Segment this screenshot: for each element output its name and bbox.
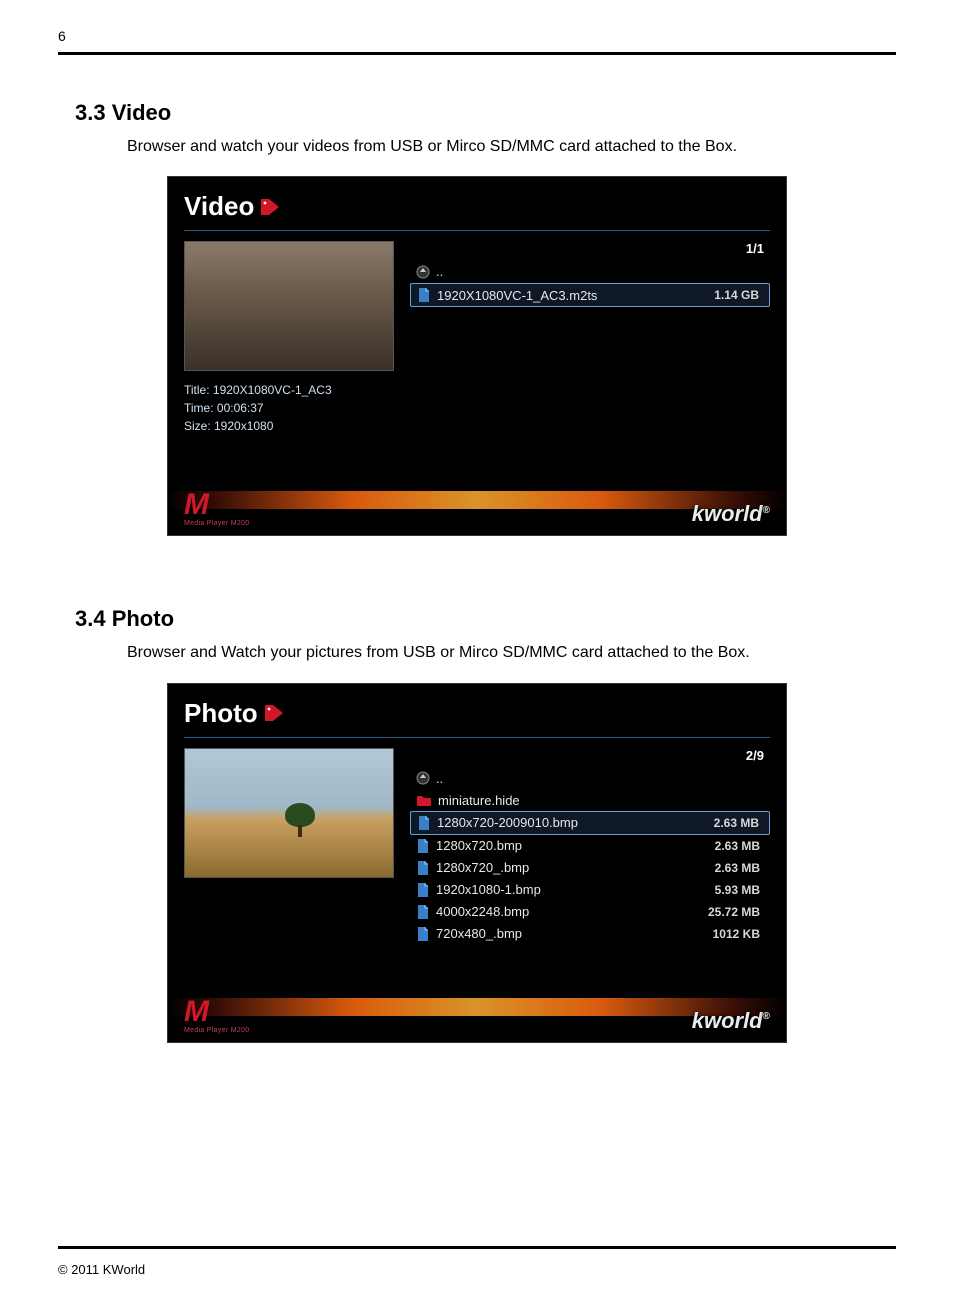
m-logo-sub: Media Player M200 <box>184 520 249 527</box>
file-name: 1280x720-2009010.bmp <box>437 815 578 830</box>
page-number: 6 <box>58 28 66 44</box>
video-preview-meta: Title: 1920X1080VC-1_AC3 Time: 00:06:37 … <box>184 381 394 435</box>
file-name: 1280x720_.bmp <box>436 860 529 875</box>
file-icon <box>416 904 430 920</box>
up-icon <box>416 265 430 279</box>
header-rule <box>58 52 896 55</box>
file-name: 720x480_.bmp <box>436 926 522 941</box>
video-meta-title: Title: 1920X1080VC-1_AC3 <box>184 381 394 399</box>
file-icon <box>416 882 430 898</box>
section-heading-video: 3.3 Video <box>75 100 879 126</box>
video-up-row[interactable]: .. <box>410 262 770 281</box>
copyright: © 2011 KWorld <box>58 1262 145 1277</box>
file-size: 2.63 MB <box>714 816 759 830</box>
video-preview-pane: Title: 1920X1080VC-1_AC3 Time: 00:06:37 … <box>184 241 394 435</box>
folder-icon <box>416 793 432 807</box>
photo-screen-title: Photo <box>184 698 258 729</box>
photo-preview-pane <box>184 748 394 945</box>
up-icon <box>416 771 430 785</box>
file-size: 2.63 MB <box>715 839 760 853</box>
photo-up-row[interactable]: .. <box>410 769 770 788</box>
file-icon <box>417 287 431 303</box>
file-size: 2.63 MB <box>715 861 760 875</box>
photo-folder-row[interactable]: miniature.hide <box>410 790 770 811</box>
video-divider <box>184 230 770 231</box>
video-list-pane: 1/1 .. 1920X1080VC-1_AC3.m2ts 1.14 GB <box>410 241 770 435</box>
video-up-label: .. <box>436 264 443 279</box>
file-name: 1920X1080VC-1_AC3.m2ts <box>437 288 597 303</box>
file-size: 1.14 GB <box>714 288 759 302</box>
video-screenshot: Video Title: 1920X1080VC-1_AC3 Time: 00:… <box>167 176 787 536</box>
video-meta-size: Size: 1920x1080 <box>184 417 394 435</box>
flame-bar <box>168 491 786 509</box>
file-row[interactable]: 4000x2248.bmp 25.72 MB <box>410 901 770 923</box>
m-logo-sub: Media Player M200 <box>184 1027 249 1034</box>
file-icon <box>416 860 430 876</box>
video-screen-title: Video <box>184 191 254 222</box>
photo-folder-name: miniature.hide <box>438 793 520 808</box>
video-preview-thumbnail <box>184 241 394 371</box>
tag-icon <box>264 704 284 722</box>
file-icon <box>416 926 430 942</box>
file-row[interactable]: 1920x1080-1.bmp 5.93 MB <box>410 879 770 901</box>
file-row[interactable]: 1280x720_.bmp 2.63 MB <box>410 857 770 879</box>
file-name: 4000x2248.bmp <box>436 904 529 919</box>
file-row[interactable]: 1280x720-2009010.bmp 2.63 MB <box>410 811 770 835</box>
file-size: 5.93 MB <box>715 883 760 897</box>
photo-screenshot: Photo 2/9 .. <box>167 683 787 1043</box>
tag-icon <box>260 198 280 216</box>
file-size: 25.72 MB <box>708 905 760 919</box>
file-icon <box>417 815 431 831</box>
photo-page-counter: 2/9 <box>410 748 770 763</box>
footer-rule <box>58 1246 896 1249</box>
file-icon <box>416 838 430 854</box>
file-row[interactable]: 720x480_.bmp 1012 KB <box>410 923 770 945</box>
photo-preview-thumbnail <box>184 748 394 878</box>
video-page-counter: 1/1 <box>410 241 770 256</box>
file-size: 1012 KB <box>713 927 760 941</box>
photo-up-label: .. <box>436 771 443 786</box>
file-name: 1280x720.bmp <box>436 838 522 853</box>
flame-bar <box>168 998 786 1016</box>
section-body-video: Browser and watch your videos from USB o… <box>127 136 879 158</box>
file-row[interactable]: 1920X1080VC-1_AC3.m2ts 1.14 GB <box>410 283 770 307</box>
file-row[interactable]: 1280x720.bmp 2.63 MB <box>410 835 770 857</box>
photo-divider <box>184 737 770 738</box>
section-heading-photo: 3.4 Photo <box>75 606 879 632</box>
photo-list-pane: 2/9 .. miniature.hide 128 <box>410 748 770 945</box>
file-name: 1920x1080-1.bmp <box>436 882 541 897</box>
video-screen-title-row: Video <box>184 191 770 222</box>
section-body-photo: Browser and Watch your pictures from USB… <box>127 642 879 664</box>
photo-screen-title-row: Photo <box>184 698 770 729</box>
video-meta-time: Time: 00:06:37 <box>184 399 394 417</box>
